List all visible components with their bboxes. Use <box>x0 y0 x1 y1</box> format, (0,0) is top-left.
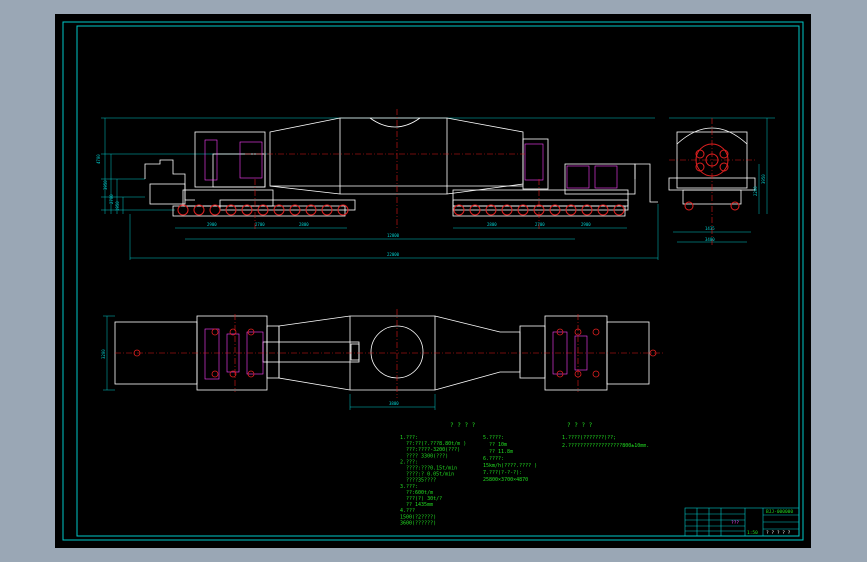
title-drawing-no: BJJ-000000 <box>766 509 793 515</box>
dim-plan-width: 3200 <box>101 349 106 359</box>
notes-col1-line: ????35???? <box>406 478 436 484</box>
notes-col1-line: 4.??? <box>400 508 415 514</box>
end-view <box>668 117 775 243</box>
dim-overall: 22000 <box>387 252 400 257</box>
notes-col1-line: 1.???: <box>400 435 418 441</box>
cad-drawing: 22000 12800 2900 2700 2800 2800 2700 290… <box>62 21 804 541</box>
title-block-text: BJJ-000000 ??? 1:50 ? ? ? ? ? <box>731 509 793 536</box>
notes-heading-left: ? ? ? ? <box>450 422 476 429</box>
dim-seg5: 2700 <box>535 222 545 227</box>
notes-col1-line: ??:600t/m <box>406 490 433 496</box>
dim-height-3: 2700 <box>109 194 114 204</box>
notes-col2-line: 5.????: <box>483 435 504 441</box>
elevation-bogie-detail <box>204 139 618 189</box>
dim-height-2: 3950 <box>103 180 108 190</box>
notes-col2-line: 6.????: <box>483 456 504 462</box>
notes-col2-line: 7.???(?-?-?): <box>483 470 522 476</box>
dim-seg1: 2900 <box>207 222 217 227</box>
plan-view-detail <box>204 328 588 380</box>
inner-frame <box>76 25 800 537</box>
outer-frame <box>62 21 804 541</box>
notes-col1-line: ?? 1435mm <box>406 502 433 508</box>
title-scale: 1:50 <box>747 530 758 536</box>
cad-viewport[interactable]: 22000 12800 2900 2700 2800 2800 2700 290… <box>0 0 867 562</box>
plan-view-dimension-labels: 3200 3800 <box>101 349 399 406</box>
notes-col1-line: ???:????-3200(???) <box>406 447 460 453</box>
dim-end-track: 1435 <box>705 226 715 231</box>
notes-col1-line: 2.???: <box>400 459 418 465</box>
notes-left: ? ? ? ? 1.???:??:??(?.???8.80t/m )???:??… <box>400 422 537 526</box>
dim-seg3: 2800 <box>299 222 309 227</box>
notes-col1-line: 3600(??????) <box>400 520 436 526</box>
notes-right-line: 1.????(???????)??; <box>562 435 616 441</box>
notes-heading-right: ? ? ? ? <box>567 422 593 429</box>
title-name: ??? <box>731 520 739 526</box>
dim-end-wheel: 2200 <box>753 186 758 196</box>
dim-height-total: 4700 <box>96 154 101 164</box>
dim-height-4: 1950 <box>115 201 120 211</box>
notes-col2-line: ?? 11.8m <box>489 449 513 455</box>
notes-col2-line: ?? 10m <box>489 442 507 448</box>
notes-col1-line: 3.???: <box>400 484 418 490</box>
notes-col2-line: 25800×3700×4870 <box>483 477 528 483</box>
dim-end-width: 3400 <box>705 237 715 242</box>
notes-right: ? ? ? ? 1.????(???????)??; 2.????????????… <box>562 422 649 449</box>
notes-col1-line: ????:???0.15t/min <box>406 466 457 472</box>
elevation-view <box>101 117 659 260</box>
dim-end-height: 3950 <box>761 174 766 184</box>
dim-mid: 12800 <box>387 233 400 238</box>
notes-col1-line: 1500(?2????) <box>400 514 436 520</box>
title-sheet: ? ? ? ? ? <box>766 530 791 536</box>
notes-col1-line: ??:??(?.???8.80t/m ) <box>406 441 466 447</box>
dim-plan-length: 3800 <box>389 401 399 406</box>
notes-col1-line: ???(?) 30t/? <box>406 496 442 502</box>
dim-seg4: 2800 <box>487 222 497 227</box>
plan-view-centerlines <box>115 309 665 398</box>
notes-right-line: 2.??????????????????800±10mm. <box>562 443 649 449</box>
dim-seg2: 2700 <box>255 222 265 227</box>
notes-col1-line: ???? 3300(???) <box>406 453 448 459</box>
notes-col2-line: 15km/h(????.???? ) <box>483 463 537 469</box>
notes-col1-line: ????:? 0.05t/min <box>406 472 454 478</box>
dim-seg6: 2900 <box>581 222 591 227</box>
drawing-sheet: 22000 12800 2900 2700 2800 2800 2700 290… <box>55 14 811 548</box>
